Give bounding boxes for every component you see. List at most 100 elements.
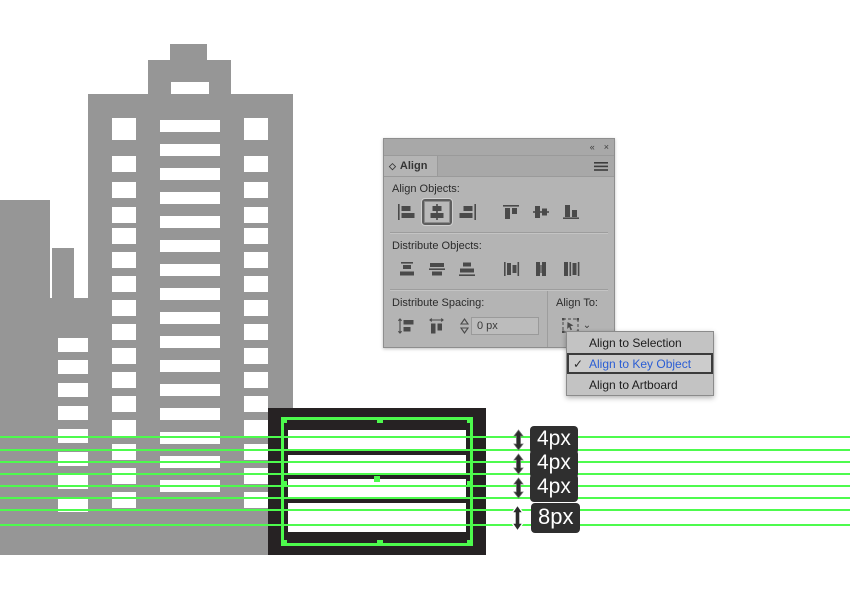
tower-window [244, 118, 268, 140]
close-icon[interactable]: × [604, 142, 609, 152]
tower-window [244, 420, 268, 436]
tower-window [244, 228, 268, 244]
vertical-resize-arrow-icon [510, 504, 525, 532]
panel-menu-button[interactable] [594, 156, 614, 176]
menu-item-align-to-key-object[interactable]: ✓ Align to Key Object [567, 353, 713, 374]
low-building-window [58, 452, 88, 466]
horizontal-distribute-center-button[interactable] [526, 256, 556, 282]
menu-item-label: Align to Artboard [589, 377, 678, 392]
tower-window [244, 348, 268, 364]
horizontal-align-left-button[interactable] [392, 199, 422, 225]
horizontal-align-right-button[interactable] [452, 199, 482, 225]
tower-window [160, 336, 220, 348]
low-building-window [58, 383, 88, 397]
vertical-distribute-top-icon [400, 262, 414, 276]
menu-item-label: Align to Selection [589, 335, 682, 350]
vertical-align-bottom-icon [563, 205, 579, 219]
distribute-spacing-section: Distribute Spacing: 0 px [384, 291, 547, 347]
tab-align-label: Align [399, 160, 428, 172]
vertical-align-top-icon [503, 205, 519, 219]
vertical-distribute-bottom-button[interactable] [452, 256, 482, 282]
vertical-align-center-icon [533, 206, 549, 218]
spacing-field-group[interactable]: 0 px [458, 315, 539, 337]
distribute-objects-label: Distribute Objects: [392, 240, 482, 252]
measurement-badge: 8px [507, 503, 581, 533]
vertical-distribute-top-button[interactable] [392, 256, 422, 282]
distribute-objects-buttons [392, 256, 606, 282]
tower-window [244, 396, 268, 412]
tower-window [112, 118, 136, 140]
horizontal-distribute-right-button[interactable] [556, 256, 586, 282]
tower-window [160, 168, 220, 180]
distribute-objects-section: Distribute Objects: [384, 234, 614, 284]
tower-window [160, 384, 220, 396]
vertical-resize-arrow-icon [513, 453, 524, 475]
tower-window [160, 216, 220, 228]
tower-window [160, 144, 220, 156]
tower-window [160, 240, 220, 252]
hamburger-menu-icon [594, 161, 608, 171]
panel-tabbar: ◇ Align [384, 156, 614, 177]
low-building-window [58, 360, 88, 374]
measurement-value: 4px [530, 474, 578, 502]
selection-handle-rm[interactable] [467, 481, 473, 487]
spacing-input[interactable]: 0 px [471, 317, 539, 335]
tower-window [244, 324, 268, 340]
selection-handle-bm[interactable] [377, 540, 383, 546]
selection-handle-lm[interactable] [281, 481, 287, 487]
main-tower-crown [148, 60, 231, 100]
spacing-stepper[interactable] [458, 315, 471, 337]
horizontal-align-center-button[interactable] [422, 199, 452, 225]
collapse-icon[interactable]: « [590, 142, 595, 152]
vertical-distribute-bottom-icon [459, 262, 475, 276]
tower-window [112, 468, 136, 484]
horizontal-distribute-right-icon [564, 262, 580, 276]
tower-window [112, 492, 136, 508]
align-panel[interactable]: « × ◇ Align Align Objects: Distribute Ob… [383, 138, 615, 348]
tower-window [244, 444, 268, 460]
align-to-dropdown-menu[interactable]: Align to Selection ✓ Align to Key Object… [566, 331, 714, 396]
measurement-badge: 4px [510, 474, 578, 502]
tab-align[interactable]: ◇ Align [384, 156, 439, 176]
vertical-distribute-center-icon [429, 263, 445, 276]
selection-handle-bl[interactable] [281, 540, 287, 546]
chevron-up-down-icon [459, 318, 470, 334]
vertical-align-center-button[interactable] [526, 199, 556, 225]
vertical-distribute-center-button[interactable] [422, 256, 452, 282]
tower-window [160, 120, 220, 132]
low-building-ledge [35, 298, 90, 318]
align-objects-buttons [392, 199, 606, 225]
selection-handle-tl[interactable] [281, 417, 287, 423]
vertical-align-top-button[interactable] [496, 199, 526, 225]
align-objects-section: Align Objects: [384, 177, 614, 227]
vertical-resize-arrow-icon [513, 429, 524, 451]
vertical-distribute-spacing-button[interactable] [392, 313, 422, 339]
tower-window [244, 252, 268, 268]
tower-window [160, 288, 220, 300]
tower-window [160, 408, 220, 420]
tower-window [244, 372, 268, 388]
tower-window [160, 432, 220, 444]
horizontal-distribute-left-button[interactable] [496, 256, 526, 282]
tower-window [160, 264, 220, 276]
crown-window [171, 82, 209, 94]
tower-window [112, 276, 136, 292]
ground-strip [0, 526, 270, 555]
low-building-window [58, 338, 88, 352]
selection-handle-br[interactable] [467, 540, 473, 546]
menu-item-align-to-selection[interactable]: Align to Selection [567, 332, 713, 353]
selection-handle-tr[interactable] [467, 417, 473, 423]
tower-window [244, 300, 268, 316]
vertical-resize-arrow-icon [513, 477, 524, 499]
selection-handle-tm[interactable] [377, 417, 383, 423]
horizontal-distribute-left-icon [504, 262, 520, 276]
tower-window [112, 444, 136, 460]
horizontal-distribute-spacing-button[interactable] [422, 313, 452, 339]
tower-window [112, 396, 136, 412]
vertical-align-bottom-button[interactable] [556, 199, 586, 225]
distribute-spacing-controls: 0 px [392, 313, 539, 339]
menu-item-align-to-artboard[interactable]: Align to Artboard [567, 374, 713, 395]
tower-window [244, 207, 268, 223]
diamond-icon: ◇ [389, 160, 396, 171]
tower-window [244, 492, 268, 508]
